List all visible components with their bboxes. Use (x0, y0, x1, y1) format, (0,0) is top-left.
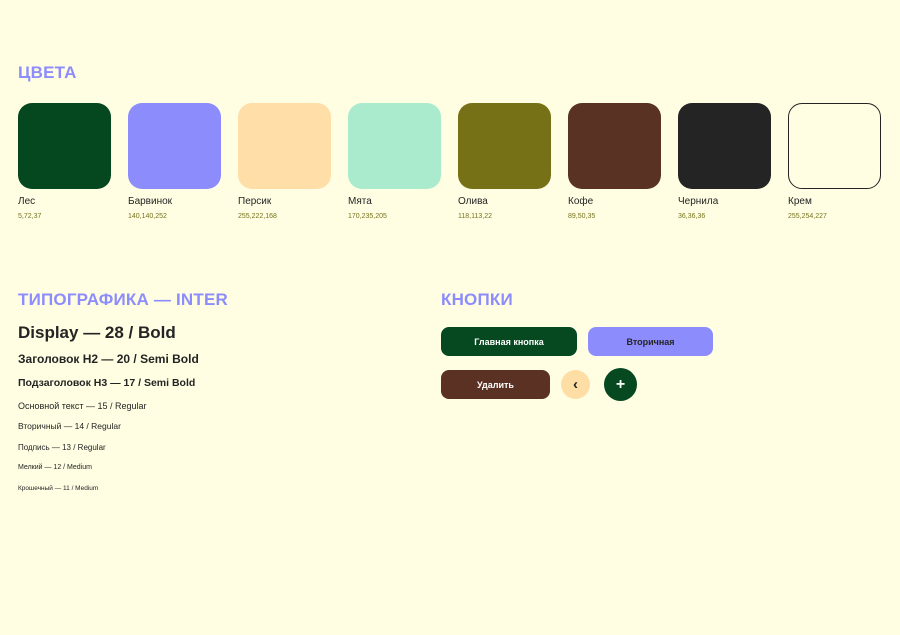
swatch-color-box (18, 103, 111, 189)
swatch-color-box (128, 103, 221, 189)
swatch-rgb: 89,50,35 (568, 213, 596, 220)
buttons-section-title: КНОПКИ (441, 290, 513, 309)
typography-sample-h3: Подзаголовок H3 — 17 / Semi Bold (18, 377, 196, 389)
typography-sample-tiny: Крошечный — 11 / Medium (18, 485, 99, 492)
primary-button[interactable]: Главная кнопка (441, 327, 577, 356)
swatch-cream: Крем 255,254,227 (788, 103, 881, 221)
swatch-name: Мята (348, 196, 372, 207)
colors-section-title: ЦВЕТА (18, 63, 77, 82)
typography-sample-body: Основной текст — 15 / Regular (18, 401, 147, 411)
swatch-rgb: 36,36,36 (678, 213, 706, 220)
typography-sample-h2: Заголовок H2 — 20 / Semi Bold (18, 352, 199, 366)
swatch-rgb: 255,222,168 (238, 213, 277, 220)
swatch-color-box (788, 103, 881, 189)
swatch-color-box (678, 103, 771, 189)
chevron-left-icon: ‹ (573, 376, 578, 393)
typography-sample-secondary: Вторичный — 14 / Regular (18, 421, 121, 431)
swatch-forest: Лес 5,72,37 (18, 103, 111, 221)
swatch-coffee: Кофе 89,50,35 (568, 103, 661, 221)
swatch-name: Барвинок (128, 196, 173, 207)
typography-sample-caption: Подпись — 13 / Regular (18, 443, 106, 452)
swatch-peach: Персик 255,222,168 (238, 103, 331, 221)
swatch-ink: Чернила 36,36,36 (678, 103, 771, 221)
typography-section-title: ТИПОГРАФИКА — INTER (18, 290, 229, 309)
swatch-color-box (568, 103, 661, 189)
delete-button[interactable]: Удалить (441, 370, 550, 399)
swatch-name: Чернила (678, 196, 719, 207)
typography-sample-display: Display — 28 / Bold (18, 323, 176, 342)
swatch-rgb: 140,140,252 (128, 213, 167, 220)
swatch-color-box (348, 103, 441, 189)
back-button[interactable]: ‹ (561, 370, 590, 399)
swatch-color-box (238, 103, 331, 189)
color-swatches: Лес 5,72,37 Барвинок 140,140,252 Персик … (18, 103, 881, 221)
plus-icon: + (615, 375, 626, 393)
swatch-rgb: 170,235,205 (348, 213, 387, 220)
swatch-rgb: 5,72,37 (18, 213, 42, 220)
swatch-rgb: 255,254,227 (788, 213, 827, 220)
swatch-color-box (458, 103, 551, 189)
swatch-periwinkle: Барвинок 140,140,252 (128, 103, 221, 221)
swatch-mint: Мята 170,235,205 (348, 103, 441, 221)
typography-sample-small: Мелкий — 12 / Medium (18, 464, 92, 471)
swatch-name: Крем (788, 196, 812, 207)
swatch-olive: Олива 118,113,22 (458, 103, 551, 221)
swatch-name: Персик (238, 196, 272, 207)
swatch-rgb: 118,113,22 (458, 213, 492, 220)
swatch-name: Олива (458, 196, 488, 207)
secondary-button[interactable]: Вторичная (588, 327, 713, 356)
swatch-name: Кофе (568, 196, 594, 207)
swatch-name: Лес (18, 196, 36, 207)
add-button[interactable]: + (604, 368, 637, 401)
